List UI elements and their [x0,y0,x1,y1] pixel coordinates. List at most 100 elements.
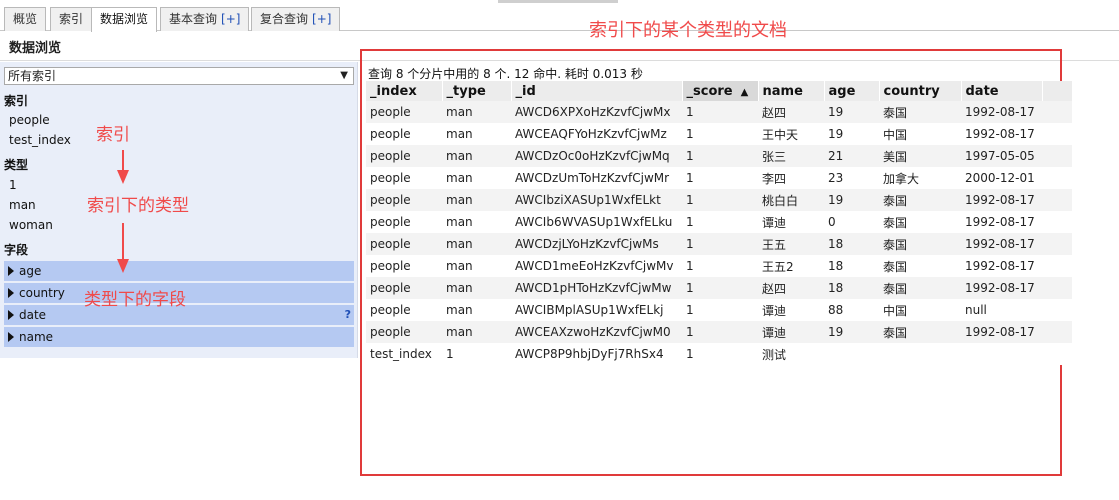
table-row[interactable]: test_index 1 AWCP8P9hbjDyFj7RhSx4 1 测试 [366,343,1072,365]
column-header-label: country [883,83,940,99]
cell-type: man [442,255,511,277]
cell-name: 测试 [758,343,824,365]
dropdown-arrow-icon[interactable]: ▼ [340,68,348,84]
cell-age: 19 [824,321,879,343]
table-row[interactable]: people man AWCD1pHToHzKzvfCjwMw 1 赵四 18 泰国 1992… [366,277,1072,299]
cell-spacer [1042,123,1072,145]
table-row[interactable]: people man AWCDzOc0oHzKzvfCjwMq 1 张三 21 美国 1997… [366,145,1072,167]
column-header-index[interactable]: _index [366,81,443,101]
tab-label: 索引 [59,12,84,26]
cell-index: people [366,255,442,277]
cell-score: 1 [682,299,758,321]
cell-type: man [442,299,511,321]
field-label: age [19,264,42,278]
column-header-label: _score [686,83,733,99]
cell-type: man [442,123,511,145]
tab-plus[interactable]: [+] [312,12,331,26]
type-item-man[interactable]: man [9,198,36,212]
tab-overview[interactable]: 概览 [4,7,47,31]
index-select[interactable]: 所有索引 ▼ [4,67,354,85]
cell-country: 中国 [879,123,961,145]
cell-id: AWCP8P9hbjDyFj7RhSx4 [511,343,682,365]
red-arrow-icon [117,150,129,184]
cell-id: AWCD1pHToHzKzvfCjwMw [511,277,682,299]
annotation-documents: 索引下的某个类型的文档 [589,20,787,41]
cell-spacer [1042,321,1072,343]
index-select-value: 所有索引 [8,69,57,83]
column-header-score[interactable]: _score ▲ [682,81,759,101]
cell-score: 1 [682,211,758,233]
field-item-name[interactable]: name [4,327,354,347]
cell-country: 泰国 [879,101,961,123]
cell-score: 1 [682,321,758,343]
cell-age: 21 [824,145,879,167]
help-icon[interactable]: ? [345,305,351,325]
cell-score: 1 [682,277,758,299]
type-item-1[interactable]: 1 [9,178,17,192]
red-arrow-icon [117,223,129,273]
table-row[interactable]: people man AWCIbziXASUp1WxfELkt 1 桃白白 19 泰国 199… [366,189,1072,211]
tab-compound-query[interactable]: 复合查询 [+] [251,7,341,31]
tab-browser[interactable]: 数据浏览 [91,7,158,32]
cell-date: 1992-08-17 [961,255,1042,277]
cell-score: 1 [682,343,758,365]
cell-score: 1 [682,101,758,123]
table-row[interactable]: people man AWCIb6WVASUp1WxfELku 1 谭迪 0 泰国 1992-… [366,211,1072,233]
cell-age: 0 [824,211,879,233]
expand-triangle-icon [8,332,14,342]
cell-name: 谭迪 [758,211,824,233]
cell-spacer [1042,145,1072,167]
column-header-date[interactable]: date [961,81,1043,101]
table-row[interactable]: people man AWCD1meEoHzKzvfCjwMv 1 王五2 18 泰国 199… [366,255,1072,277]
cell-id: AWCEAQFYoHzKzvfCjwMz [511,123,682,145]
table-row[interactable]: people man AWCIBMplASUp1WxfELkj 1 谭迪 88 中国 null [366,299,1072,321]
cell-country: 美国 [879,145,961,167]
index-item-test-index[interactable]: test_index [9,133,71,147]
cell-spacer [1042,299,1072,321]
cell-date: 1997-05-05 [961,145,1042,167]
results-body: people man AWCD6XPXoHzKzvfCjwMx 1 赵四 19 泰国 1992… [366,101,1072,365]
cell-date: 1992-08-17 [961,321,1042,343]
tab-bar: 概览 索引 数据浏览 基本查询 [+] 复合查询 [+] [0,0,1119,32]
cell-id: AWCDzOc0oHzKzvfCjwMq [511,145,682,167]
cell-index: people [366,123,442,145]
index-item-people[interactable]: people [9,113,50,127]
type-item-woman[interactable]: woman [9,218,53,232]
sort-asc-icon: ▲ [740,86,749,98]
cell-date: 1992-08-17 [961,277,1042,299]
cell-name: 李四 [758,167,824,189]
cell-index: people [366,211,442,233]
cell-age: 18 [824,255,879,277]
column-header-label: _id [515,83,536,99]
field-item-age[interactable]: age [4,261,354,281]
column-header-id[interactable]: _id [511,81,683,101]
cell-name: 赵四 [758,101,824,123]
cell-spacer [1042,167,1072,189]
cell-country: 泰国 [879,211,961,233]
table-row[interactable]: people man AWCDzUmToHzKzvfCjwMr 1 李四 23 加拿大 200… [366,167,1072,189]
cell-index: people [366,277,442,299]
table-row[interactable]: people man AWCD6XPXoHzKzvfCjwMx 1 赵四 19 泰国 1992… [366,101,1072,123]
table-row[interactable]: people man AWCEAXzwoHzKzvfCjwM0 1 谭迪 19 泰国 1992… [366,321,1072,343]
column-header-country[interactable]: country [879,81,962,101]
column-header-label: date [965,83,999,99]
tab-basic-query[interactable]: 基本查询 [+] [160,7,250,31]
cell-name: 王五2 [758,255,824,277]
column-header-type[interactable]: _type [442,81,512,101]
cell-age [824,343,879,365]
cell-age: 88 [824,299,879,321]
tab-indices[interactable]: 索引 [50,7,93,31]
cell-date [961,343,1042,365]
table-row[interactable]: people man AWCDzjLYoHzKzvfCjwMs 1 王五 18 泰国 1992… [366,233,1072,255]
cell-score: 1 [682,255,758,277]
column-header-age[interactable]: age [824,81,880,101]
tab-plus[interactable]: [+] [221,12,240,26]
table-row[interactable]: people man AWCEAQFYoHzKzvfCjwMz 1 王中天 19 中国 199… [366,123,1072,145]
column-header-name[interactable]: name [758,81,825,101]
page-title: 数据浏览 [9,41,62,56]
cell-id: AWCD1meEoHzKzvfCjwMv [511,255,682,277]
cell-name: 王中天 [758,123,824,145]
cell-age: 19 [824,101,879,123]
cell-age: 18 [824,277,879,299]
cell-score: 1 [682,233,758,255]
